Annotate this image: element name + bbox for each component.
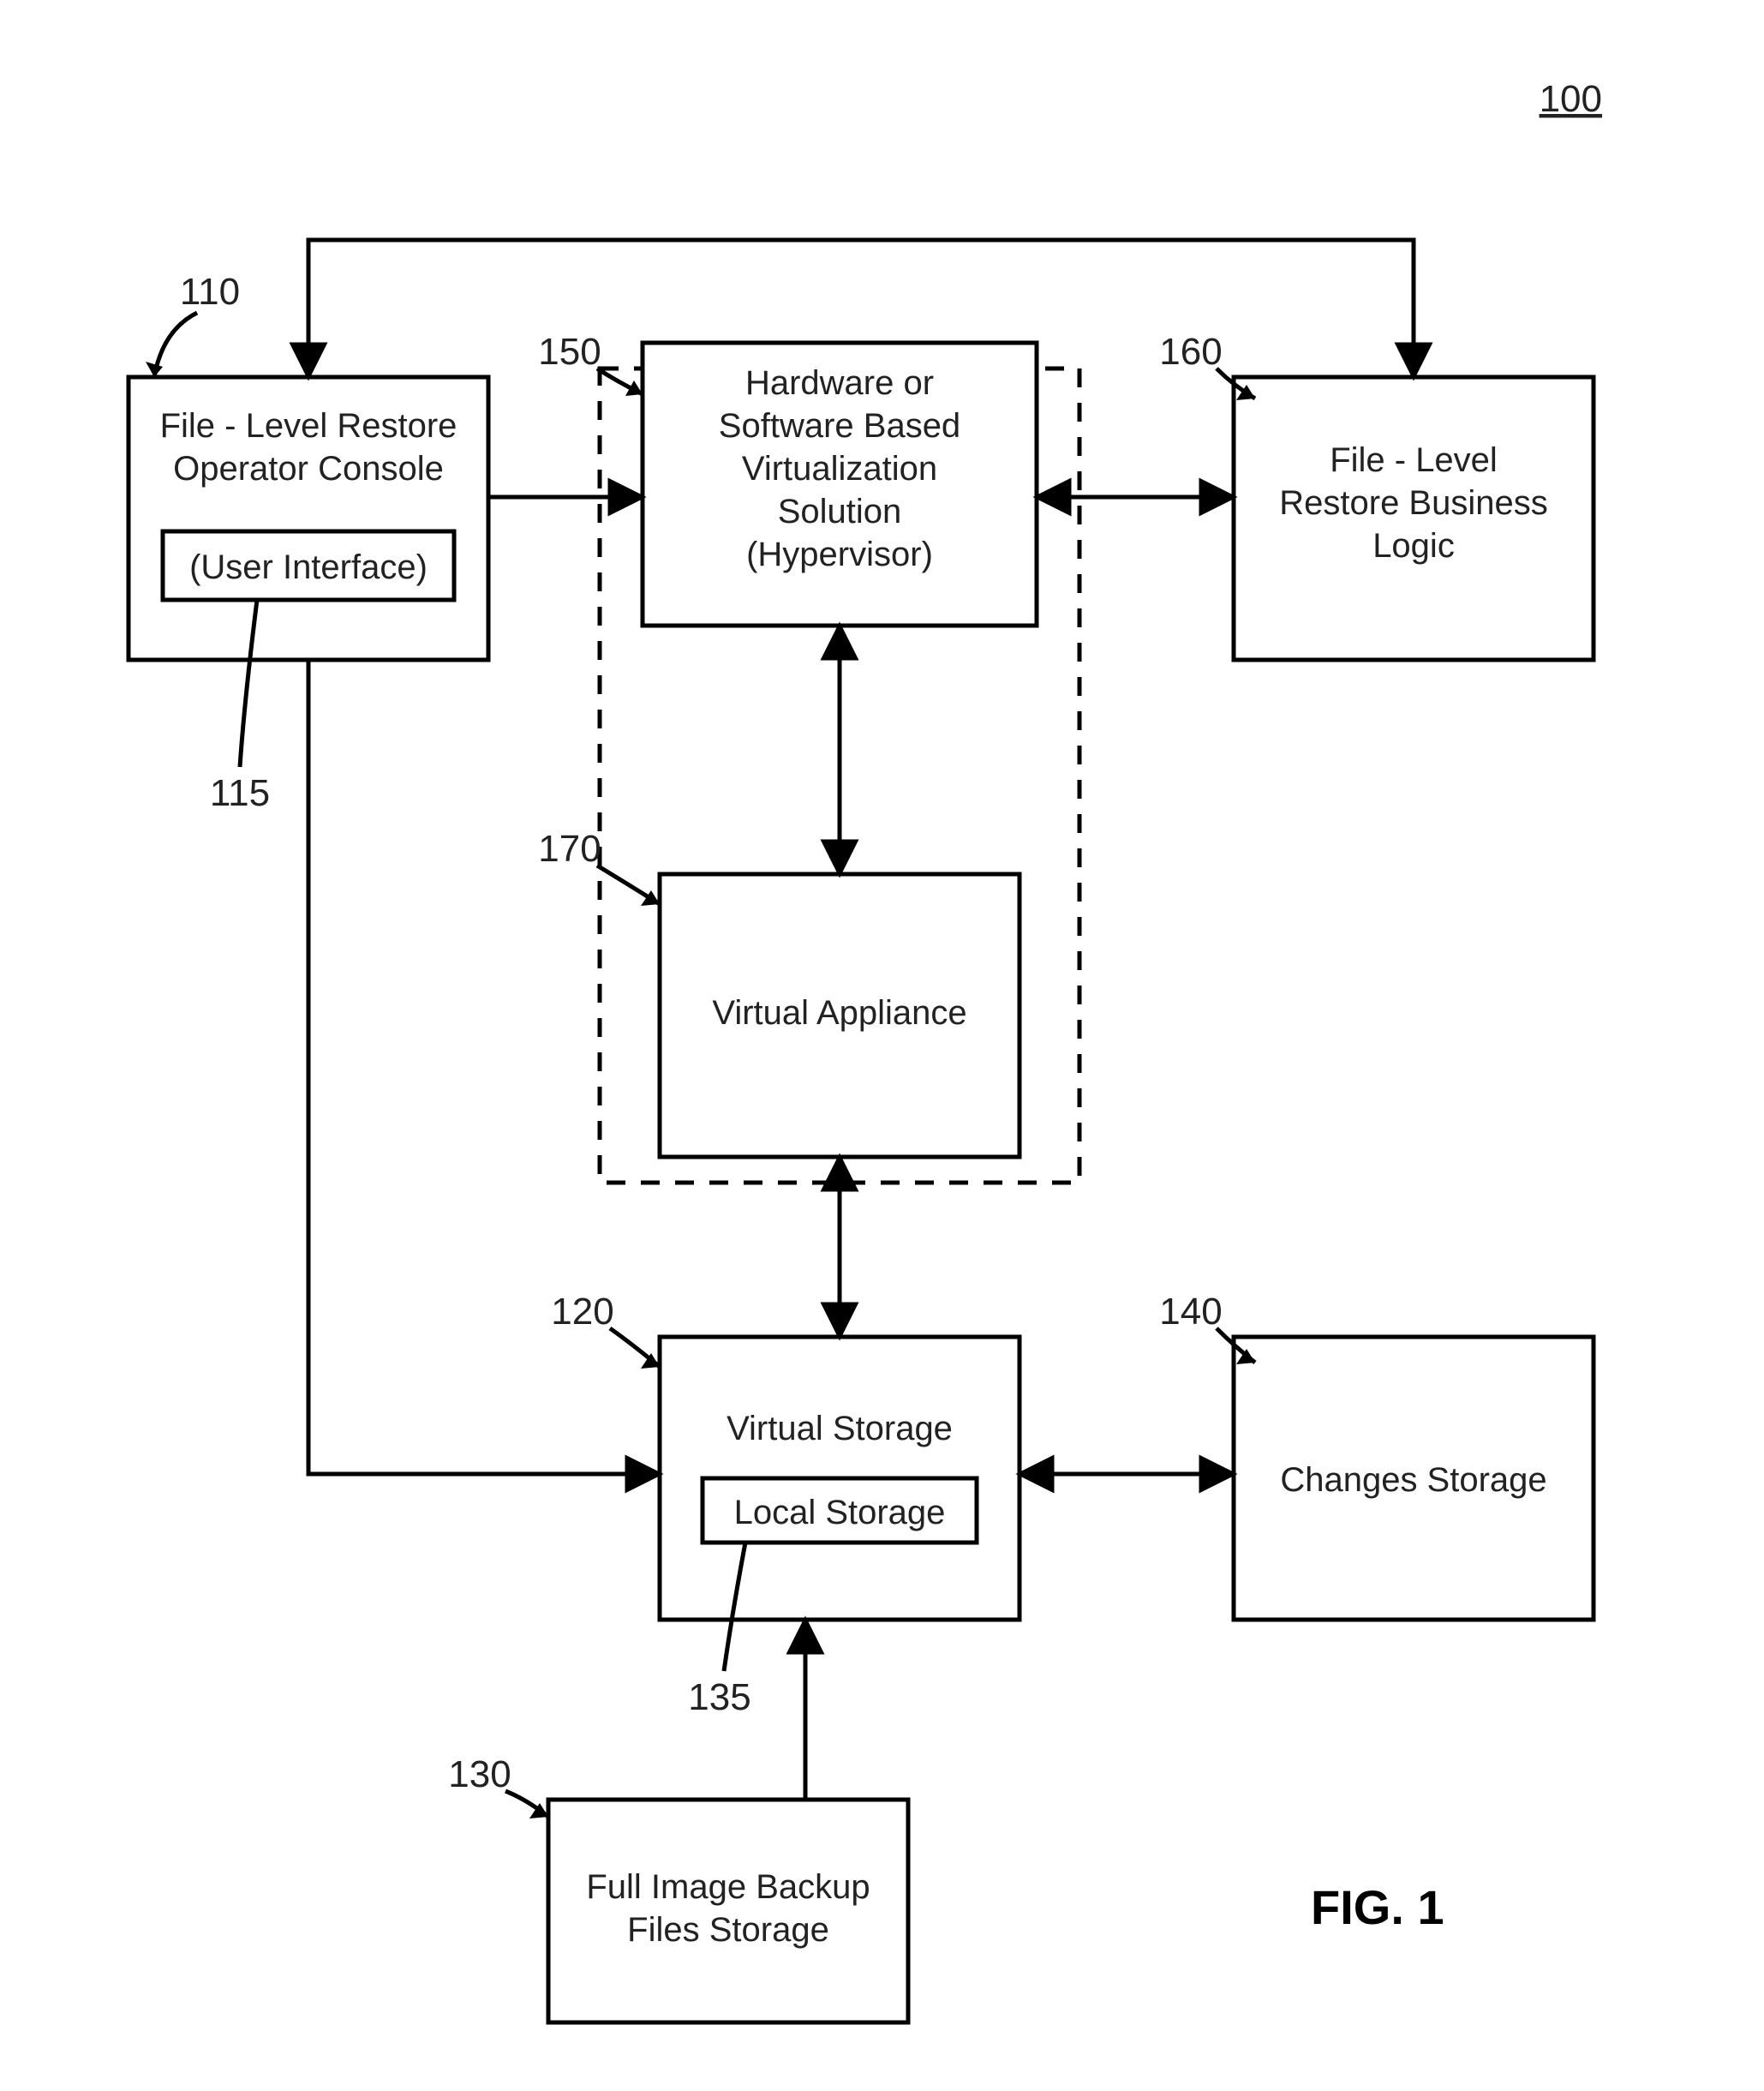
virtual-appliance-box: Virtual Appliance <box>660 874 1020 1157</box>
changes-storage-box: Changes Storage <box>1234 1337 1594 1620</box>
console-line2: Operator Console <box>173 450 444 488</box>
svg-text:160: 160 <box>1159 331 1222 373</box>
svg-text:115: 115 <box>210 772 270 814</box>
business-logic-box: File - Level Restore Business Logic <box>1234 377 1594 660</box>
hypervisor-line2: Software Based <box>719 407 960 445</box>
hypervisor-line4: Solution <box>778 493 902 530</box>
business-line3: Logic <box>1372 527 1455 565</box>
ref-110: 110 <box>146 271 240 377</box>
ref-130: 130 <box>448 1753 548 1818</box>
svg-text:135: 135 <box>688 1676 750 1718</box>
business-line1: File - Level <box>1330 441 1498 479</box>
ref-140: 140 <box>1159 1291 1255 1364</box>
console-line1: File - Level Restore <box>160 407 457 445</box>
svg-text:170: 170 <box>538 828 601 870</box>
hypervisor-line3: Virtualization <box>742 450 937 488</box>
svg-text:150: 150 <box>538 331 601 373</box>
ref-120: 120 <box>551 1291 660 1369</box>
connector-console-storage <box>308 660 660 1474</box>
ref-150: 150 <box>538 331 643 396</box>
virtual-appliance-label: Virtual Appliance <box>712 994 966 1032</box>
user-interface-label: (User Interface) <box>189 548 428 586</box>
virtual-storage-title: Virtual Storage <box>727 1410 953 1447</box>
svg-text:130: 130 <box>448 1753 511 1795</box>
changes-storage-label: Changes Storage <box>1280 1461 1546 1499</box>
virtual-storage-box: Virtual Storage Local Storage <box>660 1337 1020 1620</box>
backup-line1: Full Image Backup <box>586 1868 870 1906</box>
hypervisor-line1: Hardware or <box>745 364 934 402</box>
figure-ref-top: 100 <box>1540 78 1602 120</box>
svg-text:140: 140 <box>1159 1291 1222 1333</box>
svg-text:120: 120 <box>551 1291 613 1333</box>
local-storage-label: Local Storage <box>734 1494 946 1531</box>
svg-text:110: 110 <box>180 271 240 313</box>
figure-caption: FIG. 1 <box>1311 1880 1444 1934</box>
ref-160: 160 <box>1159 331 1255 400</box>
backup-storage-box: Full Image Backup Files Storage <box>548 1800 908 2022</box>
hypervisor-line5: (Hypervisor) <box>746 536 933 573</box>
backup-line2: Files Storage <box>627 1911 829 1949</box>
business-line2: Restore Business <box>1279 484 1547 522</box>
hypervisor-box: Hardware or Software Based Virtualizatio… <box>643 343 1037 626</box>
console-box: File - Level Restore Operator Console (U… <box>129 377 488 660</box>
